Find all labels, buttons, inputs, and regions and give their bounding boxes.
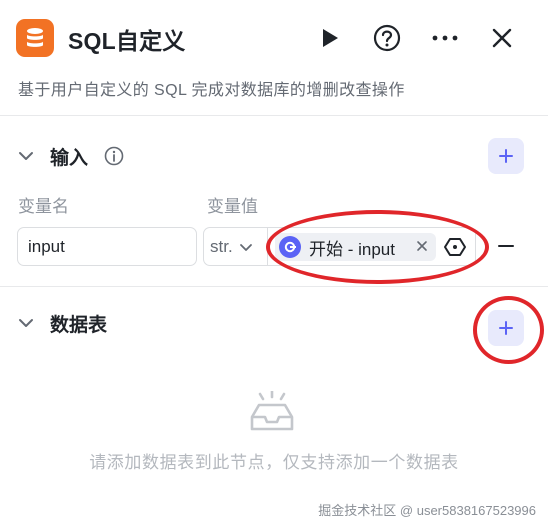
divider	[0, 115, 548, 116]
page-title: SQL自定义	[68, 28, 186, 54]
table-section-title: 数据表	[50, 315, 108, 336]
plus-icon	[499, 149, 513, 163]
variable-value-field[interactable]: 开始 - input	[267, 227, 476, 266]
help-button[interactable]	[373, 24, 401, 52]
play-icon	[323, 29, 338, 47]
plus-icon	[499, 321, 513, 335]
minus-icon	[498, 245, 514, 247]
node-description: 基于用户自定义的 SQL 完成对数据库的增删改查操作	[18, 82, 405, 99]
column-label-name: 变量名	[18, 197, 69, 216]
add-table-button[interactable]	[488, 310, 524, 346]
more-icon	[432, 35, 458, 41]
database-icon	[16, 19, 54, 57]
remove-row-button[interactable]	[494, 236, 518, 256]
watermark: 掘金技术社区 @ user5838167523996	[318, 503, 536, 518]
column-label-value: 变量值	[207, 197, 258, 216]
variable-name-input[interactable]	[17, 227, 197, 266]
chevron-down-icon[interactable]	[18, 315, 34, 331]
close-button[interactable]	[488, 24, 516, 52]
chevron-down-icon	[239, 243, 252, 251]
input-section-header[interactable]: 输入	[0, 136, 548, 176]
variable-picker-icon[interactable]	[444, 236, 466, 258]
reference-label: 开始 - input	[309, 239, 395, 259]
reference-tag[interactable]: 开始 - input	[275, 233, 436, 261]
close-icon	[492, 28, 512, 48]
run-button[interactable]	[316, 24, 344, 52]
empty-box-icon	[250, 391, 294, 431]
chevron-down-icon[interactable]	[18, 148, 34, 164]
variable-type-value: str.	[210, 236, 233, 256]
help-icon	[373, 24, 401, 52]
divider	[0, 286, 548, 287]
start-node-icon	[279, 236, 301, 258]
empty-state-text: 请添加数据表到此节点，仅支持添加一个数据表	[89, 453, 459, 472]
more-button[interactable]	[431, 24, 459, 52]
variable-type-select[interactable]: str.	[203, 227, 267, 266]
add-input-button[interactable]	[488, 138, 524, 174]
input-section-title: 输入	[50, 148, 89, 169]
info-icon[interactable]	[104, 146, 124, 166]
node-header: SQL自定义	[0, 0, 548, 76]
close-icon[interactable]	[414, 238, 430, 254]
table-section-header[interactable]: 数据表	[0, 303, 548, 343]
